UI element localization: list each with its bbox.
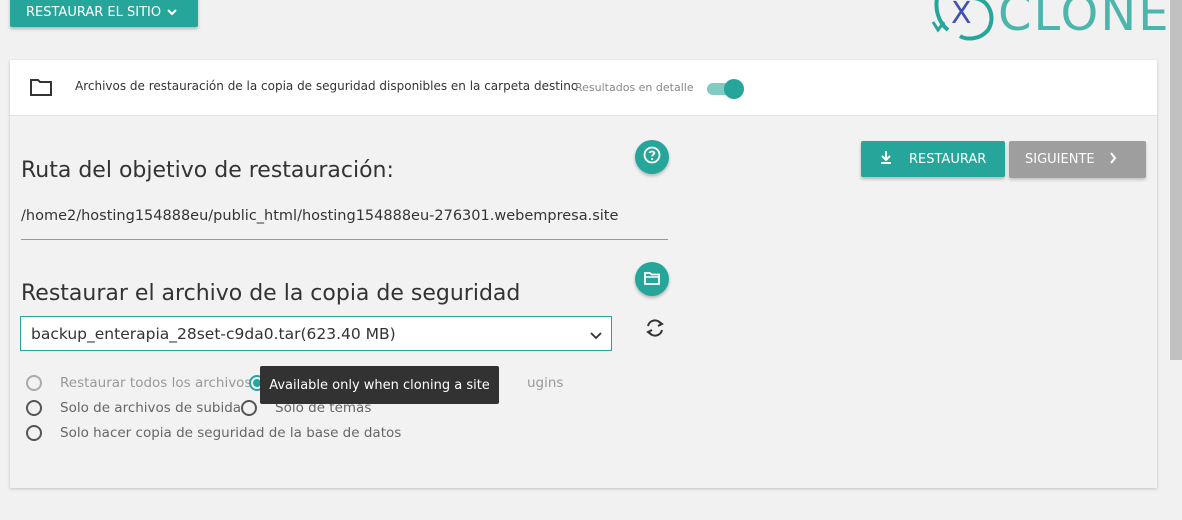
header-text: Archivos de restauración de la copia de … xyxy=(75,79,579,93)
backup-file-select[interactable]: backup_enterapia_28set-c9da0.tar(623.40 … xyxy=(20,316,612,351)
download-icon xyxy=(879,150,893,168)
browse-folder-button[interactable] xyxy=(635,262,669,296)
restore-site-menu-button[interactable]: RESTAURAR EL SITIO xyxy=(10,0,198,27)
backup-file-title: Restaurar el archivo de la copia de segu… xyxy=(21,281,521,306)
restore-button[interactable]: RESTAURAR xyxy=(861,141,1005,177)
detail-toggle-label: Resultados en detalle xyxy=(575,81,694,94)
target-path-value[interactable]: /home2/hosting154888eu/public_html/hosti… xyxy=(21,208,618,224)
folder-open-icon xyxy=(644,270,660,289)
tooltip: Available only when cloning a site xyxy=(260,366,499,404)
next-button[interactable]: SIGUIENTE xyxy=(1009,141,1146,178)
refresh-icon[interactable] xyxy=(644,317,666,343)
folder-icon xyxy=(30,78,52,100)
option-restore-all-files[interactable]: Restaurar todos los archivos xyxy=(26,375,251,391)
radio-icon xyxy=(26,400,42,416)
restore-site-menu-label: RESTAURAR EL SITIO xyxy=(26,5,162,20)
option-database-only[interactable]: Solo hacer copia de seguridad de la base… xyxy=(26,425,401,441)
restore-button-label: RESTAURAR xyxy=(909,151,987,167)
logo-x: X xyxy=(951,0,972,31)
target-path-underline xyxy=(21,239,668,240)
next-button-label: SIGUIENTE xyxy=(1025,152,1095,167)
radio-icon xyxy=(241,400,257,416)
chevron-down-icon xyxy=(167,6,177,19)
chevron-down-icon xyxy=(589,327,603,345)
chevron-right-icon xyxy=(1109,151,1117,168)
restore-panel: Archivos de restauración de la copia de … xyxy=(10,60,1157,488)
logo-text: CLONER xyxy=(998,0,1182,42)
panel-header: Archivos de restauración de la copia de … xyxy=(10,60,1157,116)
option-uploads-only[interactable]: Solo de archivos de subida xyxy=(26,400,241,416)
radio-icon xyxy=(26,425,42,441)
radio-icon xyxy=(26,375,42,391)
help-button[interactable] xyxy=(635,140,669,174)
detail-results-toggle[interactable] xyxy=(705,79,745,99)
backup-file-selected: backup_enterapia_28set-c9da0.tar(623.40 … xyxy=(31,324,396,343)
scrollbar[interactable] xyxy=(1170,0,1182,360)
help-icon xyxy=(643,146,661,168)
target-path-title: Ruta del objetivo de restauración: xyxy=(21,158,394,183)
